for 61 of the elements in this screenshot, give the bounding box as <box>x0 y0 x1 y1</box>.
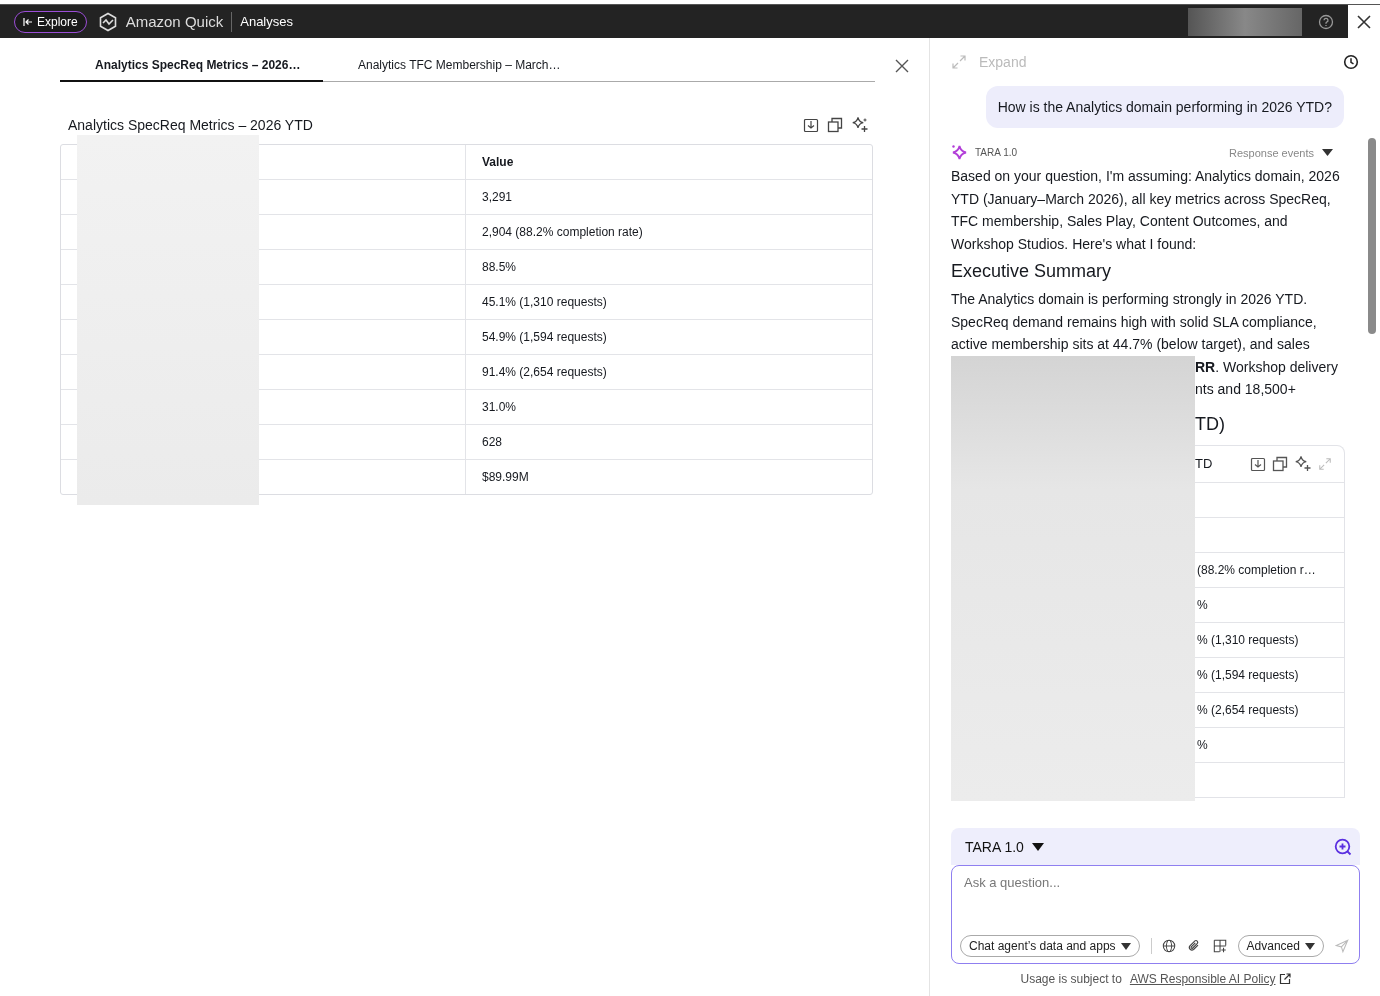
table-cell-text: % (2,654 requests) <box>1196 702 1299 717</box>
scrollbar[interactable] <box>1368 138 1376 334</box>
summary-paragraph: The Analytics domain is performing strongly in 2026 YTD. SpecReq demand remains high with solid SLA compliance, active membership sits at 44.7% (below target), and sales <box>951 290 1318 354</box>
column-header: Value <box>481 154 514 171</box>
table-cell-text: % (1,594 requests) <box>1196 667 1299 682</box>
table-cell-text: 628 <box>481 434 503 451</box>
caret-icon <box>1120 942 1131 950</box>
download-icon[interactable] <box>803 117 819 133</box>
collapse-left-icon <box>23 16 33 27</box>
sparkle-add-icon[interactable] <box>851 116 869 134</box>
table-cell-text: % (1,310 requests) <box>1196 632 1299 647</box>
table-cell-text: 2,904 (88.2% completion rate) <box>481 224 643 241</box>
table-cell-text: % <box>1196 597 1208 612</box>
sparkle-icon <box>951 144 968 161</box>
table-cell-text: $89.99M <box>481 469 529 486</box>
app-name: Amazon Quick <box>125 13 224 30</box>
expand-icon <box>951 54 967 70</box>
close-icon[interactable] <box>895 59 909 73</box>
grid-add-icon[interactable] <box>1212 938 1227 954</box>
user-message: How is the Analytics domain performing in 2026 YTD? <box>985 86 1344 128</box>
section-heading: Executive Summary <box>951 261 1113 282</box>
policy-link[interactable]: AWS Responsible AI Policy <box>1129 972 1291 986</box>
section-heading-fragment: TD) <box>1195 413 1226 435</box>
analysis-tab[interactable]: Analytics SpecReq Metrics – 2026… <box>60 50 323 82</box>
table-cell-text: 3,291 <box>481 189 513 206</box>
advanced-dropdown[interactable]: Advanced <box>1237 935 1324 957</box>
question-field[interactable]: Ask a question... Chat agent’s data and apps Advanced <box>951 865 1360 964</box>
history-icon[interactable] <box>1343 54 1359 70</box>
table-cell-text: 91.4% (2,654 requests) <box>481 364 607 381</box>
copy-icon[interactable] <box>827 117 843 133</box>
data-source-dropdown[interactable]: Chat agent’s data and apps <box>960 935 1140 957</box>
close-icon[interactable] <box>1356 13 1372 30</box>
response-events-dropdown[interactable]: Response events <box>1223 145 1339 160</box>
copy-icon[interactable] <box>1272 455 1288 472</box>
agent-dropdown[interactable]: TARA 1.0 <box>959 837 1050 856</box>
summary-text-fragment: RR. Workshop delivery <box>1195 357 1339 377</box>
caret-icon <box>1031 842 1044 851</box>
response-paragraph: Based on your question, I'm assuming: Analytics domain, 2026 YTD (January–March 2026), all key metrics across SpecReq, TFC membership, Sales Play, Content Outcomes, and Workshop Studios. Here's what I found: <box>951 167 1341 254</box>
usage-note: Usage is subject to <box>1020 972 1122 986</box>
table-cell-text: 88.5% <box>481 259 517 276</box>
help-icon[interactable] <box>1318 13 1334 30</box>
table-cell-text: 54.9% (1,594 requests) <box>481 329 607 346</box>
table-cell-text: % <box>1196 737 1208 752</box>
table-cell-text: 45.1% (1,310 requests) <box>481 294 607 311</box>
visual-title: Analytics SpecReq Metrics – 2026 YTD <box>68 117 313 133</box>
globe-icon[interactable] <box>1162 938 1177 954</box>
analysis-tab[interactable]: Analytics TFC Membership – March… <box>323 50 586 82</box>
agent-name: TARA 1.0 <box>975 147 1018 158</box>
download-icon[interactable] <box>1250 455 1266 472</box>
explore-button[interactable]: Explore <box>14 10 87 33</box>
new-chat-icon[interactable] <box>1334 837 1352 856</box>
caret-icon <box>1322 149 1333 156</box>
summary-text-fragment: nts and 18,500+ <box>1195 380 1297 399</box>
table-cell-text: (88.2% completion r… <box>1196 562 1316 577</box>
section-title: Analyses <box>240 14 293 29</box>
hexagon-logo-icon <box>97 11 118 32</box>
sparkle-add-icon[interactable] <box>1294 454 1312 473</box>
caret-icon <box>1304 942 1315 950</box>
external-link-icon <box>1278 973 1291 985</box>
table-cell-text: 31.0% <box>481 399 517 416</box>
table-title-fragment: TD <box>1195 456 1213 471</box>
